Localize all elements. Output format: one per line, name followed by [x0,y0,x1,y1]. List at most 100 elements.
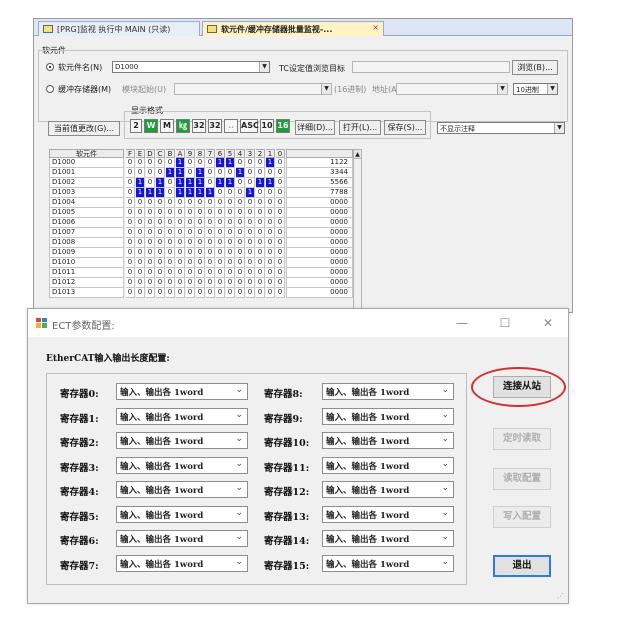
chevron-down-icon[interactable]: ▼ [259,62,269,72]
buffer-memory-radio[interactable] [46,85,54,93]
bit-cell[interactable]: 0 [136,158,145,168]
bit-cell[interactable]: 0 [206,208,215,218]
format-button-4[interactable]: ㎏ [176,119,190,133]
current-value-cell[interactable]: 0000 [286,278,353,288]
bit-cell[interactable]: 0 [266,188,275,198]
connect-slave-button[interactable]: 连接从站 [493,376,551,398]
bit-cell[interactable]: 0 [246,288,255,298]
bit-cell[interactable]: 0 [156,218,165,228]
bit-cell[interactable]: 0 [266,268,275,278]
current-value-cell[interactable]: 0000 [286,218,353,228]
current-value-cell[interactable]: 0000 [286,208,353,218]
bit-cell[interactable]: 0 [266,238,275,248]
bit-cell[interactable]: 1 [266,158,275,168]
bit-cell[interactable]: 0 [186,248,195,258]
bit-cell[interactable]: 0 [256,228,265,238]
table-row[interactable]: D1001 0 0 0 0 1 1 0 1 0 0 0 1 0 0 0 0 3344 [49,168,353,178]
bit-cell[interactable]: 0 [136,268,145,278]
bit-cell[interactable]: 0 [276,278,285,288]
current-value-cell[interactable]: 0000 [286,228,353,238]
bit-cell[interactable]: 0 [146,158,155,168]
maximize-icon[interactable]: ☐ [494,314,516,332]
bit-cell[interactable]: 0 [216,288,225,298]
bit-cell[interactable]: 0 [186,218,195,228]
bit-cell[interactable]: 1 [216,178,225,188]
register-length-select[interactable]: 输入、输出各 1word ⌄ [116,407,248,425]
bit-cell[interactable]: 0 [126,168,135,178]
bit-cell[interactable]: 0 [276,168,285,178]
bit-cell[interactable]: 0 [206,268,215,278]
bit-cell[interactable]: 0 [226,228,235,238]
bit-cell[interactable]: 0 [266,228,275,238]
bit-cell[interactable]: 0 [256,198,265,208]
bit-cell[interactable]: 0 [156,198,165,208]
bit-cell[interactable]: 0 [236,178,245,188]
register-length-select[interactable]: 输入、输出各 1word ⌄ [322,554,454,572]
bit-cell[interactable]: 0 [146,198,155,208]
bit-cell[interactable]: 0 [226,248,235,258]
bit-cell[interactable]: 0 [166,158,175,168]
bit-cell[interactable]: 0 [136,258,145,268]
bit-cell[interactable]: 0 [146,208,155,218]
bit-cell[interactable]: 0 [146,288,155,298]
current-value-cell[interactable]: 0000 [286,198,353,208]
chevron-down-icon[interactable]: ⌄ [441,483,449,493]
bit-cell[interactable]: 0 [236,198,245,208]
bit-cell[interactable]: 0 [276,238,285,248]
bit-cell[interactable]: 0 [186,228,195,238]
bit-cell[interactable]: 0 [156,278,165,288]
bit-cell[interactable]: 1 [166,168,175,178]
bit-cell[interactable]: 0 [176,218,185,228]
bit-cell[interactable]: 0 [206,168,215,178]
bit-cell[interactable]: 0 [266,278,275,288]
bit-cell[interactable]: 0 [186,258,195,268]
bit-cell[interactable]: 0 [196,248,205,258]
bit-cell[interactable]: 0 [246,208,255,218]
bit-cell[interactable]: 0 [246,198,255,208]
bit-cell[interactable]: 0 [126,268,135,278]
register-length-select[interactable]: 输入、输出各 1word ⌄ [322,383,454,400]
bit-cell[interactable]: 0 [206,178,215,188]
bit-cell[interactable]: 0 [136,228,145,238]
bit-cell[interactable]: 0 [216,188,225,198]
bit-cell[interactable]: 0 [156,248,165,258]
bit-cell[interactable]: 0 [126,178,135,188]
bit-cell[interactable]: 0 [246,248,255,258]
bit-cell[interactable]: 0 [266,248,275,258]
bit-cell[interactable]: 0 [236,158,245,168]
format-ascii-button[interactable]: ASC [240,119,259,133]
register-length-select[interactable]: 输入、输出各 1word ⌄ [116,554,248,572]
bit-cell[interactable]: 0 [136,288,145,298]
bit-cell[interactable]: 1 [176,168,185,178]
bit-cell[interactable]: 0 [216,228,225,238]
bit-cell[interactable]: 0 [126,238,135,248]
chevron-down-icon[interactable]: ⌄ [235,483,243,493]
bit-cell[interactable]: 0 [276,158,285,168]
bit-cell[interactable]: 0 [216,238,225,248]
chevron-down-icon[interactable]: ⌄ [441,508,449,518]
bit-cell[interactable]: 0 [216,168,225,178]
register-length-select[interactable]: 输入、输出各 1word ⌄ [116,530,248,547]
bit-cell[interactable]: 0 [156,158,165,168]
bit-cell[interactable]: 0 [276,228,285,238]
current-value-cell[interactable]: 0000 [286,268,353,278]
bit-cell[interactable]: 0 [246,238,255,248]
table-row[interactable]: D1011 0 0 0 0 0 0 0 0 0 0 0 0 0 0 0 0 0000 [49,268,353,278]
bit-cell[interactable]: 0 [276,288,285,298]
bit-cell[interactable]: 0 [216,208,225,218]
chevron-down-icon[interactable]: ⌄ [441,557,449,567]
table-row[interactable]: D1002 0 1 0 1 0 1 1 1 0 1 1 0 0 1 1 0 5566 [49,178,353,188]
bit-cell[interactable]: 0 [196,228,205,238]
bit-cell[interactable]: 0 [226,288,235,298]
bit-cell[interactable]: 0 [166,288,175,298]
bit-cell[interactable]: 0 [146,218,155,228]
register-length-select[interactable]: 输入、输出各 1word ⌄ [322,505,454,523]
bit-cell[interactable]: 0 [126,218,135,228]
bit-cell[interactable]: 0 [186,278,195,288]
chevron-down-icon[interactable]: ▼ [554,123,564,133]
chevron-down-icon[interactable]: ⌄ [235,434,243,444]
table-row[interactable]: D1006 0 0 0 0 0 0 0 0 0 0 0 0 0 0 0 0 0000 [49,218,353,228]
bit-cell[interactable]: 0 [206,198,215,208]
bit-cell[interactable]: 0 [176,228,185,238]
bit-cell[interactable]: 0 [236,268,245,278]
